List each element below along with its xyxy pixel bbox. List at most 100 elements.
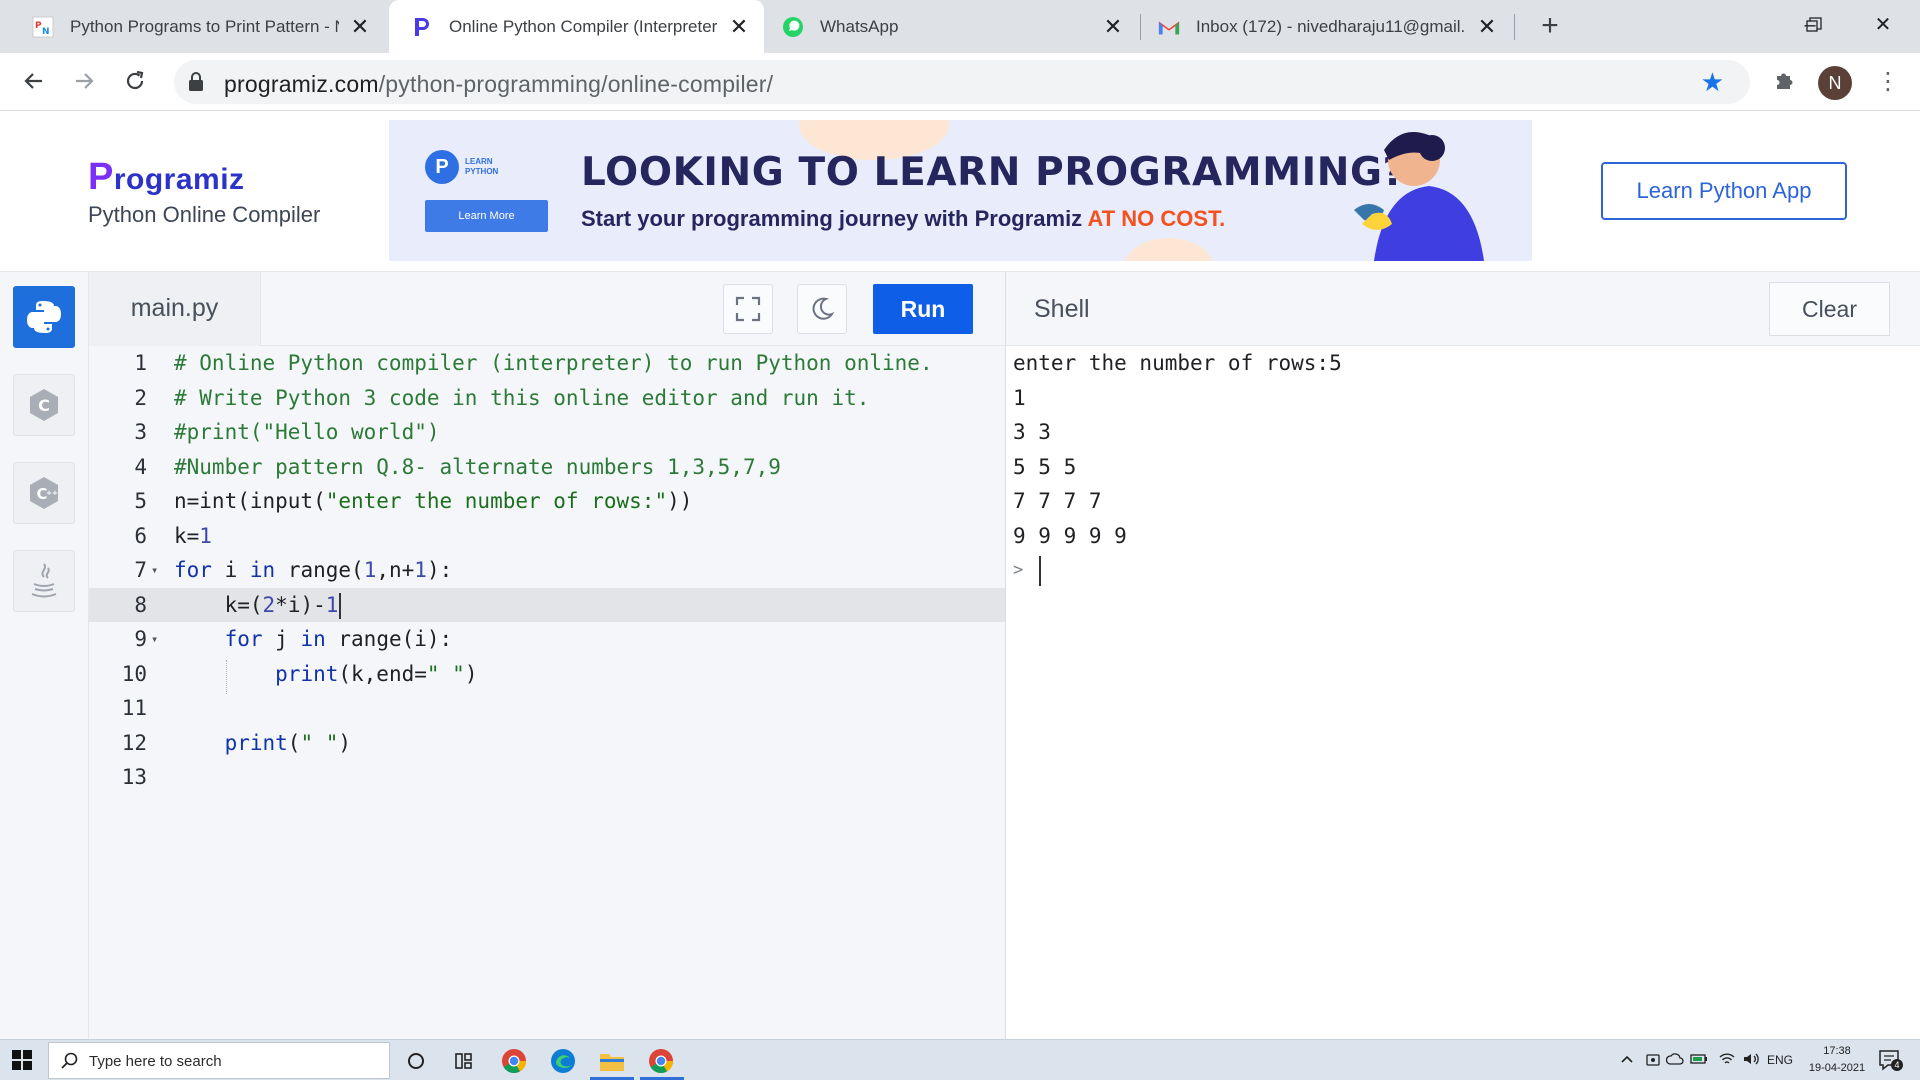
notification-center-button[interactable]: 4 xyxy=(1878,1049,1903,1076)
tab-separator xyxy=(1140,14,1141,40)
svg-text:C: C xyxy=(38,396,50,415)
tab-whatsapp[interactable]: WhatsApp ✕ xyxy=(768,0,1138,53)
shell-output-line: 9 9 9 9 9 xyxy=(1013,523,1127,548)
close-tab-icon[interactable]: ✕ xyxy=(1476,15,1498,38)
restore-icon[interactable] xyxy=(1794,8,1834,42)
language-sidebar: C C ++ xyxy=(0,272,89,1039)
logo-text: rogramiz xyxy=(113,163,245,196)
svg-text:N: N xyxy=(42,27,50,37)
volume-icon[interactable] xyxy=(1742,1052,1760,1069)
reload-button[interactable] xyxy=(117,63,153,99)
shell-cursor xyxy=(1039,556,1041,586)
code-text: for i in range(1,n+1): xyxy=(174,558,453,582)
cortana-icon[interactable] xyxy=(401,1046,431,1076)
ad-banner[interactable]: P LEARN PYTHON Learn More LOOKING TO LEAR… xyxy=(389,120,1532,261)
python-language-button[interactable] xyxy=(13,286,75,348)
code-line: 5 n=int(input("enter the number of rows:"… xyxy=(89,484,1005,519)
whatsapp-icon xyxy=(782,16,804,38)
code-line: 3 #print("Hello world") xyxy=(89,415,1005,450)
chrome-active-taskbar-icon[interactable] xyxy=(646,1046,676,1076)
code-text: for j in range(i): xyxy=(224,627,453,651)
close-tab-icon[interactable]: ✕ xyxy=(728,15,750,38)
svg-text:++: ++ xyxy=(46,489,58,497)
clear-button[interactable]: Clear xyxy=(1769,282,1890,336)
tab-title: Python Programs to Print Pattern - N xyxy=(70,16,339,36)
line-number: 2 xyxy=(134,385,147,410)
meet-now-icon[interactable] xyxy=(1645,1052,1661,1071)
lock-icon[interactable] xyxy=(188,72,204,97)
chrome-taskbar-icon[interactable] xyxy=(499,1046,529,1076)
line-number: 10 xyxy=(121,661,147,686)
line-number: 4 xyxy=(134,454,147,479)
show-hidden-icons-chevron-icon[interactable] xyxy=(1620,1052,1634,1069)
tab-online-python-compiler[interactable]: Online Python Compiler (Interpreter ✕ xyxy=(389,0,764,53)
shell-output[interactable]: enter the number of rows:5 1 3 3 5 5 5 7… xyxy=(1005,346,1920,1039)
python-icon xyxy=(27,301,61,333)
fullscreen-button[interactable] xyxy=(723,284,773,334)
wifi-icon[interactable] xyxy=(1718,1052,1736,1069)
code-text: print(k,end=" ") xyxy=(275,661,478,686)
code-text: k=(2*i)-1 xyxy=(174,588,342,623)
dark-mode-button[interactable] xyxy=(797,284,847,334)
task-view-icon[interactable] xyxy=(449,1046,479,1076)
tab-title: Inbox (172) - nivedharaju11@gmail. xyxy=(1196,16,1466,36)
system-clock[interactable]: 17:38 19-04-2021 xyxy=(1802,1043,1872,1077)
shell-prompt: > xyxy=(1013,560,1024,580)
file-explorer-icon[interactable] xyxy=(597,1046,627,1076)
banner-illustration xyxy=(1354,132,1484,261)
onedrive-icon[interactable] xyxy=(1665,1052,1684,1069)
back-button[interactable] xyxy=(16,63,52,99)
code-line: 11 xyxy=(89,691,1005,726)
programiz-logo[interactable]: Programiz xyxy=(88,156,245,199)
extensions-puzzle-icon[interactable] xyxy=(1772,69,1796,98)
new-tab-button[interactable]: + xyxy=(1535,10,1565,44)
close-window-icon[interactable]: ✕ xyxy=(1863,8,1903,42)
text-cursor xyxy=(339,592,342,619)
code-text: print(" ") xyxy=(224,730,352,755)
search-placeholder: Type here to search xyxy=(89,1053,222,1070)
shell-output-line: 7 7 7 7 xyxy=(1013,489,1102,513)
java-language-button[interactable] xyxy=(13,550,75,612)
tab-gmail-inbox[interactable]: Inbox (172) - nivedharaju11@gmail. ✕ xyxy=(1142,0,1512,53)
learn-python-app-button[interactable]: Learn Python App xyxy=(1601,162,1847,220)
profile-avatar[interactable]: N xyxy=(1818,66,1852,100)
close-tab-icon[interactable]: ✕ xyxy=(1102,15,1124,38)
line-number: 6 xyxy=(134,523,147,548)
fold-arrow-icon[interactable]: ▾ xyxy=(151,553,158,588)
browser-menu-icon[interactable]: ⋮ xyxy=(1876,65,1900,99)
code-editor[interactable]: 1 # Online Python compiler (interpreter) … xyxy=(89,346,1005,1039)
close-tab-icon[interactable]: ✕ xyxy=(349,15,371,38)
url-path: /python-programming/online-compiler/ xyxy=(378,71,774,97)
code-text: # Online Python compiler (interpreter) t… xyxy=(174,351,933,375)
forward-button[interactable] xyxy=(66,63,102,99)
file-tab-main-py[interactable]: main.py xyxy=(89,272,261,346)
shell-title: Shell xyxy=(1034,295,1090,323)
edge-taskbar-icon[interactable] xyxy=(548,1046,578,1076)
logo-letter: P xyxy=(88,156,114,198)
bookmark-star-icon[interactable]: ★ xyxy=(1701,69,1724,95)
input-language[interactable]: ENG xyxy=(1767,1053,1793,1067)
battery-icon[interactable] xyxy=(1690,1052,1708,1069)
line-number: 9 xyxy=(134,627,147,651)
clock-date: 19-04-2021 xyxy=(1808,1062,1866,1074)
code-text: n=int(input("enter the number of rows:")… xyxy=(174,489,693,513)
cpp-icon: C++ xyxy=(30,477,58,509)
learn-python-badge: P LEARN PYTHON xyxy=(425,150,498,184)
tab-python-patterns[interactable]: PN Python Programs to Print Pattern - N … xyxy=(0,0,385,53)
fold-arrow-icon[interactable]: ▾ xyxy=(151,622,158,657)
tab-title: WhatsApp xyxy=(820,16,899,36)
taskbar-search-box[interactable]: Type here to search xyxy=(48,1042,390,1079)
code-line: 6 k=1 xyxy=(89,519,1005,554)
banner-subheadline: Start your programming journey with Prog… xyxy=(581,206,1225,232)
line-number: 7 xyxy=(134,558,147,582)
code-line: 2 # Write Python 3 code in this online ed… xyxy=(89,381,1005,416)
windows-start-icon[interactable] xyxy=(12,1050,32,1075)
cpp-language-button[interactable]: C ++ xyxy=(13,462,75,524)
banner-learn-more-button[interactable]: Learn More xyxy=(425,200,548,232)
url-text[interactable]: programiz.com/python-programming/online-… xyxy=(224,71,773,98)
c-language-button[interactable]: C xyxy=(13,374,75,436)
run-button[interactable]: Run xyxy=(873,284,973,334)
moon-icon xyxy=(812,297,835,320)
address-bar[interactable]: programiz.com/python-programming/online-… xyxy=(174,60,1750,104)
badge-line2: PYTHON xyxy=(465,167,499,176)
